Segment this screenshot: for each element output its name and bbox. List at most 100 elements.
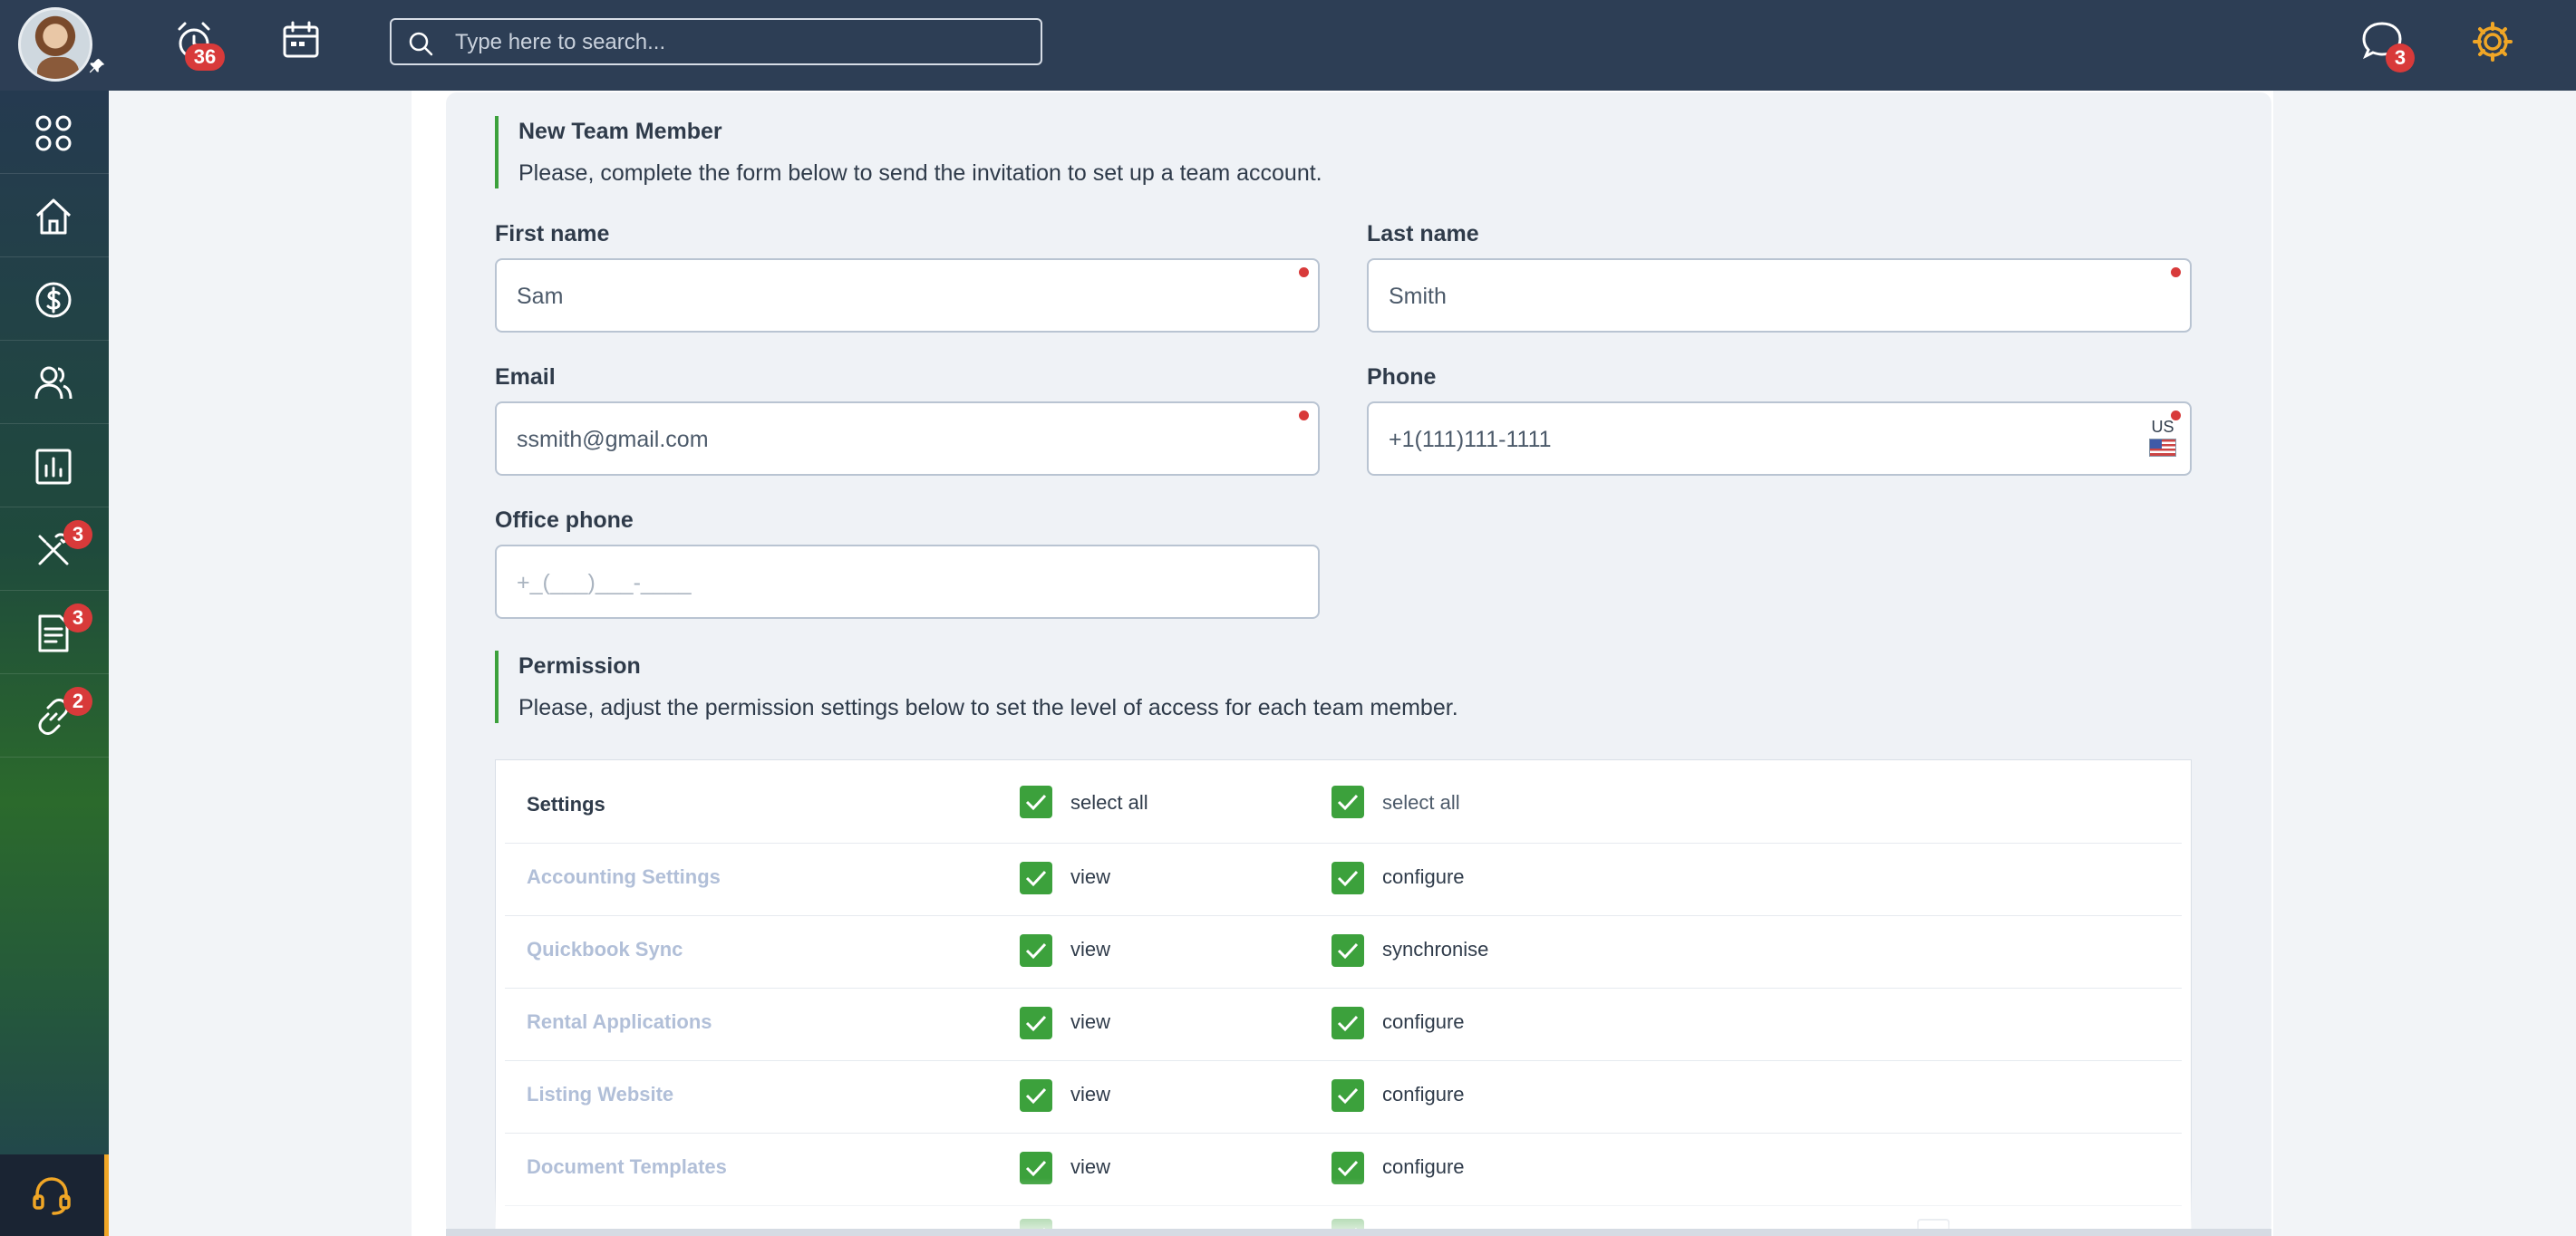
headset-icon: [33, 1177, 71, 1215]
search-input[interactable]: [455, 27, 1017, 58]
synchronise-checkbox[interactable]: [1332, 934, 1364, 967]
required-indicator: [1299, 267, 1309, 277]
permission-table: Settings select all select all Accountin…: [495, 759, 2192, 1236]
select-all-configure-checkbox[interactable]: [1332, 786, 1364, 818]
new-member-description: Please, complete the form below to send …: [518, 160, 1322, 186]
view-checkbox[interactable]: [1020, 862, 1052, 894]
first-name-label: First name: [495, 221, 610, 246]
checkmark-icon: [1337, 1015, 1359, 1032]
people-icon: [34, 366, 73, 400]
view-checkbox[interactable]: [1020, 1079, 1052, 1112]
gear-icon: [2473, 22, 2513, 62]
chat-badge: 3: [2386, 43, 2415, 72]
select-all-view-checkbox[interactable]: [1020, 786, 1052, 818]
pin-icon[interactable]: [87, 56, 107, 76]
phone-label: Phone: [1367, 364, 1437, 390]
permission-name: Quickbook Sync: [527, 938, 683, 961]
sidebar-item-reports[interactable]: [0, 424, 109, 507]
sidebar: 3 3 2: [0, 91, 109, 1236]
scroll-fade: [495, 1178, 2192, 1236]
configure-checkbox[interactable]: [1332, 1007, 1364, 1039]
permission-title: Permission: [518, 653, 641, 679]
required-indicator: [1299, 410, 1309, 420]
checkbox-label: synchronise: [1382, 938, 1489, 961]
permission-name: Listing Website: [527, 1083, 674, 1106]
links-badge: 2: [63, 687, 92, 716]
checkmark-icon: [1337, 1160, 1359, 1177]
checkbox-label: select all: [1382, 791, 1460, 814]
new-member-title: New Team Member: [518, 119, 722, 144]
sidebar-item-people[interactable]: [0, 341, 109, 424]
checkmark-icon: [1025, 870, 1047, 887]
top-bar: 36 3: [0, 0, 2576, 91]
calendar-button[interactable]: [279, 18, 326, 65]
sidebar-item-dashboard[interactable]: [0, 91, 109, 174]
checkbox-label: view: [1070, 1083, 1111, 1106]
email-field[interactable]: [495, 401, 1320, 476]
email-input[interactable]: [517, 423, 1260, 456]
permission-section-header: Permission Please, adjust the permission…: [495, 651, 1458, 723]
permission-group-name: Settings: [527, 793, 605, 816]
first-name-field[interactable]: [495, 258, 1320, 333]
phone-field[interactable]: US: [1367, 401, 2192, 476]
card-bottom-edge: [446, 1229, 2271, 1236]
view-checkbox[interactable]: [1020, 934, 1052, 967]
checkmark-icon: [1025, 942, 1047, 960]
configure-checkbox[interactable]: [1332, 862, 1364, 894]
email-label: Email: [495, 364, 556, 390]
view-checkbox[interactable]: [1020, 1007, 1052, 1039]
search-icon: [409, 32, 433, 56]
permission-name: Document Templates: [527, 1155, 727, 1178]
permission-description: Please, adjust the permission settings b…: [518, 695, 1458, 720]
last-name-field[interactable]: [1367, 258, 2192, 333]
office-phone-label: Office phone: [495, 507, 634, 533]
checkbox-label: configure: [1382, 1083, 1465, 1106]
permission-name: Rental Applications: [527, 1010, 712, 1033]
checkbox-label: select all: [1070, 791, 1148, 814]
sidebar-item-links[interactable]: 2: [0, 674, 109, 758]
required-indicator: [2171, 267, 2181, 277]
calendar-icon: [283, 21, 319, 58]
search-bar[interactable]: [390, 18, 1042, 65]
table-row: Listing Website view configure: [505, 1061, 2182, 1134]
checkmark-icon: [1025, 1087, 1047, 1105]
dollar-icon: [35, 282, 72, 318]
checkbox-label: view: [1070, 1155, 1111, 1178]
alarm-badge: 36: [185, 43, 225, 71]
sidebar-item-accounting[interactable]: [0, 257, 109, 341]
office-phone-input[interactable]: [517, 566, 1260, 599]
last-name-input[interactable]: [1389, 280, 2132, 313]
avatar-figure: [37, 57, 79, 79]
configure-checkbox[interactable]: [1332, 1079, 1364, 1112]
chat-button[interactable]: 3: [2360, 18, 2415, 72]
alarm-button[interactable]: 36: [174, 18, 225, 71]
sidebar-item-maintenance[interactable]: 3: [0, 507, 109, 591]
user-avatar[interactable]: [18, 7, 92, 82]
checkmark-icon: [1337, 794, 1359, 811]
maintenance-badge: 3: [63, 520, 92, 549]
checkmark-icon: [1337, 942, 1359, 960]
office-phone-field[interactable]: [495, 545, 1320, 619]
table-row: Accounting Settings view configure: [505, 844, 2182, 916]
last-name-label: Last name: [1367, 221, 1479, 246]
settings-button[interactable]: [2469, 18, 2516, 65]
checkbox-label: configure: [1382, 1010, 1465, 1033]
bar-chart-icon: [35, 449, 72, 485]
first-name-input[interactable]: [517, 280, 1260, 313]
sidebar-item-home[interactable]: [0, 174, 109, 257]
sidebar-item-documents[interactable]: 3: [0, 591, 109, 674]
table-row: Settings select all select all: [505, 766, 2182, 844]
checkmark-icon: [1025, 1015, 1047, 1032]
support-button[interactable]: [0, 1154, 109, 1236]
checkbox-label: view: [1070, 865, 1111, 888]
checkbox-label: configure: [1382, 1155, 1465, 1178]
documents-badge: 3: [63, 604, 92, 632]
permission-name: Accounting Settings: [527, 865, 721, 888]
checkmark-icon: [1337, 1087, 1359, 1105]
home-icon: [35, 198, 72, 235]
us-flag-icon: [2149, 439, 2176, 457]
phone-input[interactable]: [1389, 423, 2132, 456]
country-selector[interactable]: US: [2146, 418, 2179, 457]
table-row: Rental Applications view configure: [505, 989, 2182, 1061]
checkbox-label: configure: [1382, 865, 1465, 888]
